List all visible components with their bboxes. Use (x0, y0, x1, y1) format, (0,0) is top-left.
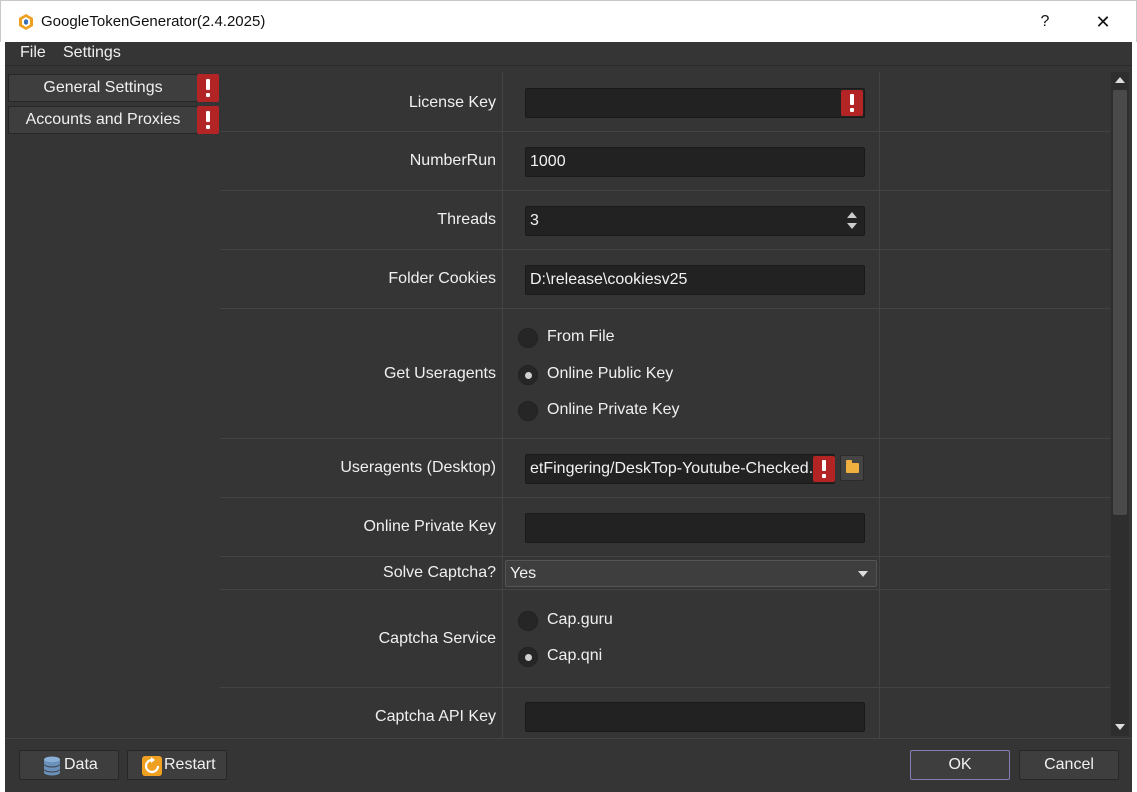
restart-icon (142, 756, 162, 776)
threads-spinbox[interactable]: 3 (525, 206, 865, 236)
close-button[interactable]: ✕ (1089, 9, 1117, 35)
number-run-label: NumberRun (409, 152, 496, 169)
warning-icon (841, 90, 863, 116)
scroll-down-icon[interactable] (1115, 724, 1125, 730)
useragents-desktop-input[interactable]: etFingering/DeskTop-Youtube-Checked.t (525, 454, 835, 484)
radio-label: Cap.guru (547, 611, 613, 628)
sidebar: General Settings Accounts and Proxies (5, 69, 219, 735)
title-bar: GoogleTokenGenerator(2.4.2025) ? ✕ (0, 0, 1137, 42)
spin-down-icon[interactable] (847, 223, 857, 229)
get-useragents-label: Get Useragents (383, 365, 496, 382)
radio-circle[interactable] (518, 611, 538, 631)
folder-cookies-label: Folder Cookies (388, 270, 496, 287)
main-window: File Settings General Settings Accounts … (5, 42, 1132, 792)
scroll-up-icon[interactable] (1115, 77, 1125, 83)
nav-general-settings[interactable]: General Settings (8, 74, 198, 102)
number-run-input[interactable]: 1000 (525, 147, 865, 177)
chevron-down-icon (858, 571, 868, 577)
cancel-button[interactable]: Cancel (1019, 750, 1119, 780)
warning-icon (197, 74, 219, 102)
menu-bar: File Settings (5, 42, 1132, 66)
warning-icon (197, 106, 219, 134)
captcha-api-key-label: Captcha API Key (375, 708, 496, 725)
radio-label: From File (547, 328, 615, 345)
license-key-input[interactable] (525, 88, 865, 118)
row-number-run: NumberRun 1000 (220, 132, 1110, 191)
scroll-thumb[interactable] (1113, 90, 1127, 515)
menu-settings[interactable]: Settings (63, 44, 121, 62)
browse-button[interactable] (840, 455, 864, 481)
radio-circle[interactable] (518, 365, 538, 385)
radio-circle[interactable] (518, 647, 538, 667)
menu-file[interactable]: File (20, 44, 46, 62)
row-get-useragents: Get Useragents From File Online Public K… (220, 309, 1110, 439)
solve-captcha-value: Yes (510, 565, 537, 582)
captcha-api-key-input[interactable] (525, 702, 865, 732)
row-threads: Threads 3 (220, 191, 1110, 250)
warning-icon (813, 456, 835, 482)
row-useragents-desktop: Useragents (Desktop) etFingering/DeskTop… (220, 439, 1110, 498)
threads-spinner-arrows[interactable] (843, 208, 863, 234)
threads-label: Threads (437, 211, 496, 228)
radio-label: Online Private Key (547, 401, 680, 418)
solve-captcha-label: Solve Captcha? (383, 564, 496, 581)
radio-label: Cap.qni (547, 647, 603, 664)
help-button[interactable]: ? (1031, 9, 1059, 35)
row-license-key: License Key (220, 72, 1110, 132)
captcha-service-label: Captcha Service (378, 630, 496, 647)
row-solve-captcha: Solve Captcha? Yes (220, 557, 1110, 590)
window-title: GoogleTokenGenerator(2.4.2025) (41, 13, 266, 30)
app-logo-icon (19, 14, 33, 30)
radio-label: Online Public Key (547, 365, 674, 382)
restart-button[interactable]: Restart (127, 750, 227, 780)
folder-icon (846, 460, 859, 473)
vertical-scrollbar[interactable] (1111, 72, 1129, 736)
radio-circle[interactable] (518, 328, 538, 348)
data-button[interactable]: Data (19, 750, 119, 780)
row-captcha-service: Captcha Service Cap.guru Cap.qni (220, 590, 1110, 688)
restart-button-label: Restart (164, 756, 216, 773)
useragents-desktop-label: Useragents (Desktop) (340, 459, 496, 476)
license-key-label: License Key (408, 94, 496, 111)
solve-captcha-select[interactable]: Yes (505, 560, 877, 587)
row-captcha-api-key: Captcha API Key (220, 688, 1110, 738)
radio-circle[interactable] (518, 401, 538, 421)
radio-selected-dot (525, 372, 532, 379)
spin-up-icon[interactable] (847, 212, 857, 218)
data-button-label: Data (64, 756, 98, 773)
database-icon (44, 756, 60, 776)
folder-cookies-input[interactable]: D:\release\cookiesv25 (525, 265, 865, 295)
online-private-key-input[interactable] (525, 513, 865, 543)
settings-form: License Key NumberRun 1000 Threads 3 Fol… (220, 72, 1110, 738)
ok-button[interactable]: OK (910, 750, 1010, 780)
radio-selected-dot (525, 654, 532, 661)
nav-accounts-and-proxies[interactable]: Accounts and Proxies (8, 106, 198, 134)
row-folder-cookies: Folder Cookies D:\release\cookiesv25 (220, 250, 1110, 309)
online-private-key-label: Online Private Key (363, 518, 496, 535)
row-online-private-key: Online Private Key (220, 498, 1110, 557)
bottom-bar: Data Restart OK Cancel (5, 738, 1132, 792)
